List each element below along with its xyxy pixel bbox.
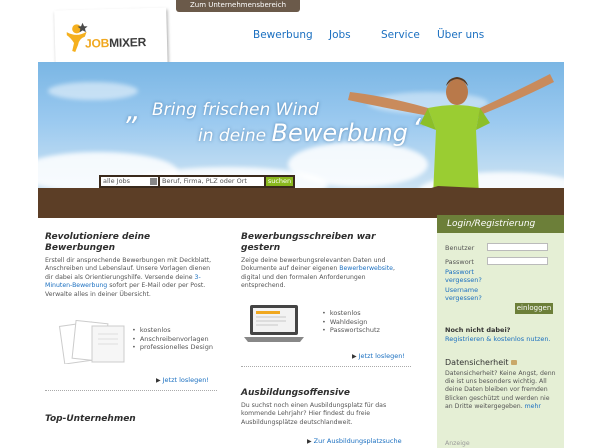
list-item: kostenlos	[132, 326, 222, 335]
feature-bewerbungen: Revolutioniere deine Bewerbungen Erstell…	[45, 232, 217, 299]
list-item: Anschreibenvorlagen	[132, 335, 222, 344]
login-title: Login/Registrierung	[437, 215, 564, 233]
password-label: Passwort	[445, 258, 474, 266]
training-text: Du suchst noch einen Ausbildungsplatz fü…	[241, 402, 387, 426]
divider	[45, 390, 217, 391]
lock-icon	[511, 360, 518, 365]
feature-bewerbungsschreiben: Bewerbungsschreiben war gestern Zeige de…	[241, 232, 411, 291]
search-button[interactable]: suchen	[266, 177, 293, 186]
select-arrow-icon[interactable]	[150, 178, 157, 185]
nav-ueber-uns[interactable]: Über uns	[437, 29, 484, 41]
training-offensive: Ausbildungsoffensive Du suchst noch eine…	[241, 388, 411, 427]
nav-jobs[interactable]: Jobs	[329, 29, 351, 41]
applicant-website-link[interactable]: Bewerberwebsite	[339, 265, 393, 272]
nav-bewerbung[interactable]: Bewerbung	[253, 29, 313, 41]
feature-text: Zeige deine bewerbungsrelevanten Daten u…	[241, 257, 395, 290]
feature-bullets: kostenlos Anschreibenvorlagen profession…	[132, 326, 222, 352]
top-companies-title: Top-Unternehmen	[45, 414, 136, 424]
security-text: Datensicherheit? Keine Angst, denn die i…	[445, 370, 556, 410]
username-input[interactable]	[487, 243, 548, 251]
divider	[241, 366, 411, 367]
job-search-input[interactable]: Beruf, Firma, PLZ oder Ort	[160, 177, 264, 186]
login-button[interactable]: einloggen	[515, 303, 553, 314]
not-member-label: Noch nicht dabei?	[445, 326, 511, 334]
list-item: Wahldesign	[322, 318, 412, 327]
open-quote: „	[126, 94, 141, 127]
training-title: Ausbildungsoffensive	[241, 388, 350, 398]
hero-headline-line1: Bring frischen Wind	[152, 100, 319, 120]
feature-title: Revolutioniere deine Bewerbungen	[45, 232, 151, 253]
laptop-illustration	[244, 305, 304, 342]
documents-illustration	[58, 320, 125, 364]
username-label: Benutzer	[445, 244, 475, 252]
job-search-bar: alle Jobs Beruf, Firma, PLZ oder Ort suc…	[99, 175, 295, 188]
password-input[interactable]	[487, 257, 548, 265]
start-now-link[interactable]: ▶ Jetzt loslegen!	[352, 352, 405, 360]
company-area-tab[interactable]: Zum Unternehmensbereich	[176, 0, 300, 12]
register-link[interactable]: Registrieren & kostenlos nutzen.	[445, 335, 555, 343]
forgot-username-link[interactable]: Username vergessen?	[445, 286, 495, 302]
security-title: Datensicherheit	[445, 358, 518, 367]
security-more-link[interactable]: mehr	[525, 403, 541, 410]
list-item: Passwortschutz	[322, 326, 412, 335]
list-item: kostenlos	[322, 309, 412, 318]
list-item: professionelles Design	[132, 343, 222, 352]
feature-bullets: kostenlos Wahldesign Passwortschutz	[322, 309, 412, 335]
feature-text: Erstell dir ansprechende Bewerbungen mit…	[45, 257, 212, 298]
training-search-link[interactable]: ▶ Zur Ausbildungsplatzsuche	[307, 437, 402, 445]
start-now-link[interactable]: ▶ Jetzt loslegen!	[156, 376, 209, 384]
feature-title: Bewerbungsschreiben war gestern	[241, 232, 376, 253]
ad-label: Anzeige	[445, 440, 470, 447]
main-nav: Bewerbung Jobs Service Über uns	[0, 29, 600, 43]
forgot-password-link[interactable]: Passwort vergessen?	[445, 268, 495, 284]
nav-service[interactable]: Service	[381, 29, 420, 41]
